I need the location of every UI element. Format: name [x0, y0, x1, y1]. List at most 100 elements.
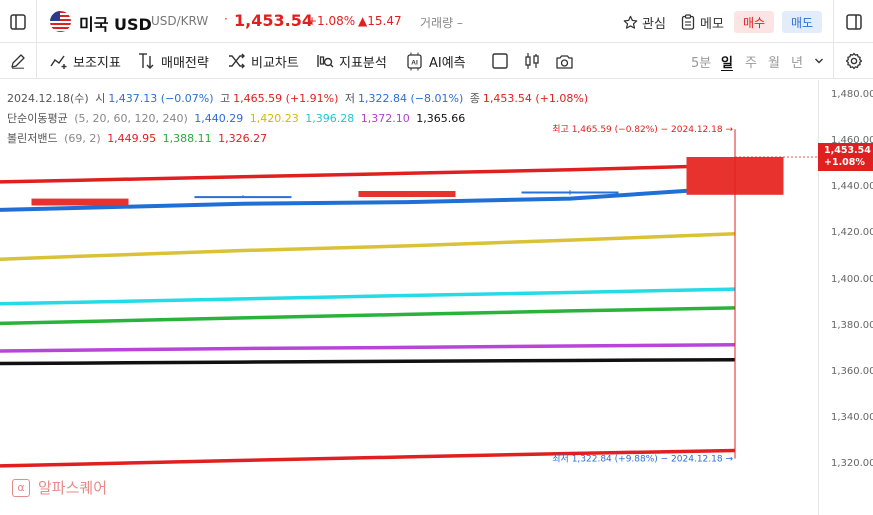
watermark-text: 알파스퀘어	[38, 479, 108, 497]
y-tick-label: 1,340.00	[831, 411, 873, 423]
current-price: 1,453.54	[234, 11, 313, 30]
asset-symbol: USD/KRW	[151, 14, 209, 28]
period-week[interactable]: 주	[745, 52, 757, 71]
low-annotation: 최저 1,322.84 (+9.88%) − 2024.12.18 →	[552, 453, 733, 464]
legend-close: 1,453.54 (+1.08%)	[482, 92, 589, 105]
sell-button[interactable]: 매도	[782, 11, 822, 33]
chart-toolbar: 보조지표 매매전략 비교차트 지표분석 AI AI예측 5분 일 주 월 년	[0, 43, 873, 79]
chart-type-button[interactable]	[523, 50, 546, 72]
strategy-label: 매매전략	[161, 55, 209, 71]
y-tick-label: 1,320.00	[831, 458, 873, 469]
analysis-label: 지표분석	[339, 55, 387, 71]
bb-upper: 1,449.95	[107, 132, 157, 145]
star-icon	[623, 15, 638, 29]
current-price-tag: 1,453.54 +1.08%	[818, 143, 873, 171]
strategy-arrows-icon	[139, 53, 154, 69]
ma-params: (5, 20, 60, 120, 240)	[74, 112, 188, 125]
legend-date: 2024.12.18(수)	[7, 92, 89, 105]
separator-dot: ·	[224, 12, 228, 26]
candlestick-icon	[525, 53, 539, 69]
ai-forecast-button[interactable]: AI AI예측	[405, 50, 466, 72]
change-percent: +1.08%	[307, 14, 356, 28]
indicators-button[interactable]: 보조지표	[50, 50, 121, 72]
legend-open-label: 시	[95, 92, 106, 105]
period-dropdown-button[interactable]	[814, 50, 829, 72]
y-tick-label: 1,420.00	[831, 227, 873, 239]
bb-label: 볼린저밴드	[7, 132, 58, 145]
strategy-button[interactable]: 매매전략	[138, 50, 209, 72]
legend-low: 1,322.84 (−8.01%)	[358, 92, 464, 105]
legend-close-label: 종	[469, 92, 480, 105]
buy-button[interactable]: 매수	[734, 11, 774, 33]
ma-value-5: 1,365.66	[416, 112, 466, 125]
bb-lower: 1,326.27	[218, 132, 268, 145]
ai-chip-icon: AI	[407, 52, 422, 70]
favorite-button[interactable]: 관심	[623, 11, 666, 33]
series-line-0	[0, 163, 736, 184]
legend-high-label: 고	[220, 92, 231, 105]
legend-open: 1,437.13 (−0.07%)	[108, 92, 214, 105]
asset-title: 미국 USD	[79, 15, 152, 34]
settings-button[interactable]	[833, 43, 873, 79]
memo-button[interactable]: 메모	[681, 11, 724, 33]
series-line-3	[0, 287, 736, 306]
us-flag-icon	[50, 11, 71, 32]
period-month[interactable]: 월	[768, 52, 780, 71]
ma-value-3: 1,396.28	[305, 112, 355, 125]
alphasquare-watermark: α 알파스퀘어	[12, 477, 107, 498]
ma-legend[interactable]: 단순이동평균 (5, 20, 60, 120, 240) 1,440.29 1,…	[7, 110, 468, 126]
header-bar: 미국 USD USD/KRW · 1,453.54 +1.08% ▲15.47 …	[0, 0, 873, 43]
chart-layout-button[interactable]	[491, 50, 514, 72]
indicators-label: 보조지표	[73, 55, 121, 71]
ma-value-2: 1,420.23	[249, 112, 299, 125]
alpha-logo-icon: α	[12, 478, 30, 497]
period-day[interactable]: 일	[721, 52, 733, 71]
magnifier-chart-icon	[317, 55, 334, 68]
y-tick-label: 1,400.00	[831, 273, 873, 285]
camera-icon	[556, 54, 573, 69]
ma-label: 단순이동평균	[7, 112, 68, 125]
pencil-icon	[11, 54, 25, 69]
series-line-4	[0, 306, 736, 326]
price-tag-value: 1,453.54	[824, 145, 871, 156]
y-tick-label: 1,440.00	[831, 181, 873, 193]
bb-middle: 1,388.11	[162, 132, 212, 145]
panel-toggle-button[interactable]	[833, 0, 873, 43]
analysis-button[interactable]: 지표분석	[316, 50, 387, 72]
chevron-down-icon	[815, 58, 823, 64]
compare-label: 비교차트	[251, 55, 299, 71]
y-tick-label: 1,480.00	[831, 89, 873, 100]
bb-legend[interactable]: 볼린저밴드 (69, 2) 1,449.95 1,388.11 1,326.27	[7, 130, 270, 146]
change-amount: ▲15.47	[358, 14, 402, 28]
legend-high: 1,465.59 (+1.91%)	[233, 92, 339, 105]
drawing-tool-button[interactable]	[0, 43, 37, 79]
favorite-label: 관심	[642, 16, 666, 32]
ohlc-legend: 2024.12.18(수) 시 1,437.13 (−0.07%) 고 1,465.…	[7, 90, 591, 106]
square-icon	[492, 53, 508, 69]
volume-text: 거래량 –	[420, 16, 463, 30]
memo-label: 메모	[700, 16, 724, 32]
compare-chart-button[interactable]: 비교차트	[228, 50, 299, 72]
bb-params: (69, 2)	[64, 132, 101, 145]
clipboard-icon	[681, 14, 695, 30]
ma-value-4: 1,372.10	[360, 112, 410, 125]
svg-text:AI: AI	[411, 59, 418, 66]
period-5min[interactable]: 5분	[691, 52, 711, 71]
price-tag-pct: +1.08%	[824, 157, 865, 168]
shuffle-icon	[229, 53, 245, 69]
series-line-2	[0, 232, 736, 261]
y-tick-label: 1,360.00	[831, 365, 873, 377]
menu-toggle-button[interactable]	[0, 0, 37, 43]
ai-label: AI예측	[429, 55, 466, 71]
panel-layout-icon	[845, 13, 862, 30]
indicator-chart-icon	[50, 55, 67, 69]
ma-value-1: 1,440.29	[194, 112, 244, 125]
series-line-6	[0, 357, 736, 366]
period-year[interactable]: 년	[791, 52, 803, 71]
gear-icon	[845, 52, 862, 70]
screenshot-button[interactable]	[555, 50, 579, 72]
series-line-5	[0, 343, 736, 353]
sidebar-toggle-icon	[10, 13, 26, 30]
y-tick-label: 1,380.00	[831, 319, 873, 331]
legend-low-label: 저	[344, 92, 356, 105]
